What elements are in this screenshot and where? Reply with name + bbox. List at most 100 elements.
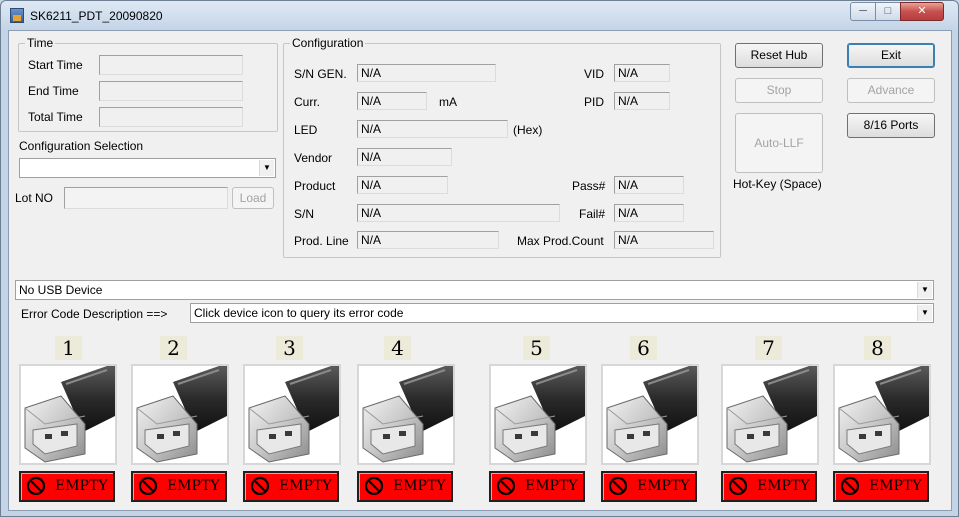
usb-drive-graphic <box>494 366 585 463</box>
app-window: SK6211_PDT_20090820 ─ □ ✕ Time Start Tim… <box>0 0 959 517</box>
usb-flash-drive-icon[interactable] <box>833 364 931 465</box>
usb-flash-drive-icon[interactable] <box>243 364 341 465</box>
no-entry-icon <box>138 476 158 496</box>
lot-no-input[interactable] <box>64 187 228 209</box>
close-button[interactable]: ✕ <box>900 2 944 21</box>
configuration-group: Configuration S/N GEN. N/A Curr. N/A mA … <box>283 36 721 258</box>
sn-field: N/A <box>357 204 560 222</box>
prod-line-label: Prod. Line <box>294 234 349 248</box>
usb-drive-graphic <box>248 366 339 463</box>
usb-flash-drive-icon[interactable] <box>357 364 455 465</box>
sn-label: S/N <box>294 207 315 221</box>
total-time-label: Total Time <box>28 110 83 124</box>
slot-status-indicator[interactable]: EMPTY <box>489 471 585 502</box>
chevron-down-icon[interactable]: ▼ <box>917 282 932 298</box>
fail-label: Fail# <box>579 207 606 221</box>
product-label: Product <box>294 179 336 193</box>
slot-number: 5 <box>523 336 550 360</box>
slot-status-text: EMPTY <box>393 478 446 494</box>
slot-status-text: EMPTY <box>757 478 810 494</box>
slot-number: 3 <box>276 336 303 360</box>
client-area: Time Start Time End Time Total Time Conf… <box>8 30 952 511</box>
led-field: N/A <box>357 120 508 138</box>
slot-status-indicator[interactable]: EMPTY <box>243 471 339 502</box>
start-time-label: Start Time <box>28 58 83 72</box>
pass-label: Pass# <box>572 179 606 193</box>
slot-number: 2 <box>160 336 187 360</box>
usb-flash-drive-icon[interactable] <box>601 364 699 465</box>
usb-flash-drive-icon[interactable] <box>131 364 229 465</box>
stop-button[interactable]: Stop <box>735 78 823 103</box>
auto-llf-button[interactable]: Auto-LLF <box>735 113 823 173</box>
minimize-button[interactable]: ─ <box>850 2 876 21</box>
usb-device-dropdown[interactable]: No USB Device ▼ <box>15 280 934 300</box>
no-entry-icon <box>496 476 516 496</box>
total-time-field <box>99 107 243 127</box>
slot-status-text: EMPTY <box>279 478 332 494</box>
pid-label: PID <box>584 95 605 109</box>
usb-drive-graphic <box>136 366 227 463</box>
slot-status-indicator[interactable]: EMPTY <box>601 471 697 502</box>
vid-field: N/A <box>614 64 670 82</box>
slot-status-text: EMPTY <box>525 478 578 494</box>
usb-flash-drive-icon[interactable] <box>19 364 117 465</box>
exit-button[interactable]: Exit <box>847 43 935 68</box>
maximize-button[interactable]: □ <box>875 2 901 21</box>
product-field: N/A <box>357 176 448 194</box>
slot-number: 8 <box>864 336 891 360</box>
slot-status-text: EMPTY <box>55 478 108 494</box>
advance-button[interactable]: Advance <box>847 78 935 103</box>
app-icon[interactable] <box>10 8 24 23</box>
reset-hub-button[interactable]: Reset Hub <box>735 43 823 68</box>
fail-field: N/A <box>614 204 684 222</box>
pass-field: N/A <box>614 176 684 194</box>
error-code-dropdown[interactable]: Click device icon to query its error cod… <box>190 303 934 323</box>
prod-line-field: N/A <box>357 231 499 249</box>
chevron-down-icon[interactable]: ▼ <box>259 160 274 176</box>
slot-status-text: EMPTY <box>869 478 922 494</box>
no-entry-icon <box>608 476 628 496</box>
ports-button[interactable]: 8/16 Ports <box>847 113 935 138</box>
usb-device-value: No USB Device <box>19 283 103 297</box>
no-entry-icon <box>364 476 384 496</box>
slot-status-indicator[interactable]: EMPTY <box>19 471 115 502</box>
slot-number: 6 <box>630 336 657 360</box>
end-time-field <box>99 81 243 101</box>
led-unit: (Hex) <box>513 123 543 137</box>
end-time-label: End Time <box>28 84 79 98</box>
usb-drive-graphic <box>606 366 697 463</box>
config-selection-dropdown[interactable]: ▼ <box>19 158 276 178</box>
max-prod-count-label: Max Prod.Count <box>517 234 604 248</box>
max-prod-count-field: N/A <box>614 231 714 249</box>
usb-drive-graphic <box>726 366 817 463</box>
slot-status-indicator[interactable]: EMPTY <box>131 471 227 502</box>
usb-flash-drive-icon[interactable] <box>489 364 587 465</box>
start-time-field <box>99 55 243 75</box>
slot-status-text: EMPTY <box>637 478 690 494</box>
sn-gen-label: S/N GEN. <box>294 67 347 81</box>
time-group: Time Start Time End Time Total Time <box>18 36 278 132</box>
slot-status-indicator[interactable]: EMPTY <box>357 471 453 502</box>
curr-label: Curr. <box>294 95 321 109</box>
slot-status-indicator[interactable]: EMPTY <box>721 471 817 502</box>
curr-unit: mA <box>439 95 457 109</box>
load-button[interactable]: Load <box>232 187 274 209</box>
window-title: SK6211_PDT_20090820 <box>30 9 163 23</box>
slot-status-indicator[interactable]: EMPTY <box>833 471 929 502</box>
chevron-down-icon[interactable]: ▼ <box>917 305 932 321</box>
usb-flash-drive-icon[interactable] <box>721 364 819 465</box>
title-bar[interactable]: SK6211_PDT_20090820 ─ □ ✕ <box>1 1 958 31</box>
slot-number: 1 <box>55 336 82 360</box>
slot-status-text: EMPTY <box>167 478 220 494</box>
vendor-field: N/A <box>357 148 452 166</box>
hotkey-label: Hot-Key (Space) <box>733 177 822 191</box>
curr-field: N/A <box>357 92 427 110</box>
error-code-value: Click device icon to query its error cod… <box>194 306 404 320</box>
vendor-label: Vendor <box>294 151 333 165</box>
usb-drive-graphic <box>362 366 453 463</box>
no-entry-icon <box>840 476 860 496</box>
no-entry-icon <box>250 476 270 496</box>
time-group-title: Time <box>25 36 56 50</box>
led-label: LED <box>294 123 318 137</box>
vid-label: VID <box>584 67 605 81</box>
